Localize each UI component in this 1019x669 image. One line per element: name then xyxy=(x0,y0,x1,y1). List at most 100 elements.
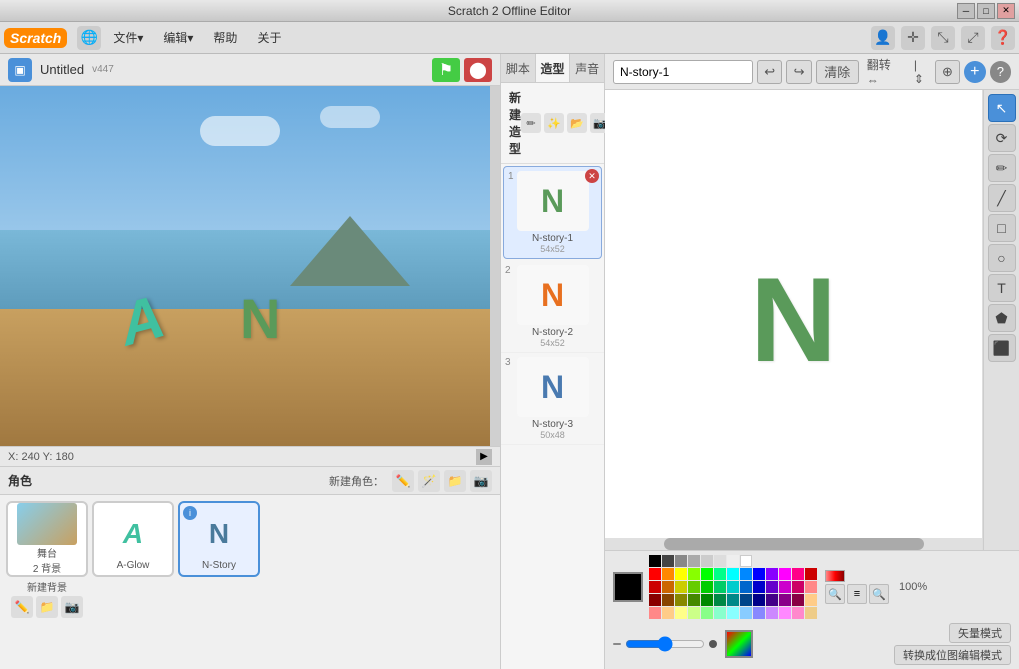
color-lightgray[interactable] xyxy=(701,555,713,567)
zoom-in-palette[interactable]: 🔍 xyxy=(825,584,845,604)
tab-sounds[interactable]: 声音 xyxy=(570,54,604,82)
color-r4-10[interactable] xyxy=(766,607,778,619)
close-button[interactable]: ✕ xyxy=(997,3,1015,19)
color-r2-3[interactable] xyxy=(675,581,687,593)
color-r2-4[interactable] xyxy=(688,581,700,593)
clear-button[interactable]: 清除 xyxy=(816,60,859,84)
color-r4-2[interactable] xyxy=(662,607,674,619)
color-r2-12[interactable] xyxy=(792,581,804,593)
tab-costumes[interactable]: 造型 xyxy=(536,54,571,82)
stage-thumbnail[interactable]: 舞台2 背景 xyxy=(6,501,88,577)
vector-mode-button[interactable]: 矢量模式 xyxy=(949,623,1011,643)
tool-ellipse[interactable]: ○ xyxy=(988,244,1016,272)
menu-help[interactable]: 帮助 xyxy=(205,25,245,50)
color-magenta[interactable] xyxy=(779,568,791,580)
new-char-camera-button[interactable]: 📷 xyxy=(470,470,492,492)
color-darkgray[interactable] xyxy=(662,555,674,567)
tool-line[interactable]: ╱ xyxy=(988,184,1016,212)
expand-button[interactable]: ▶ xyxy=(476,449,492,465)
new-char-wand-button[interactable]: 🪄 xyxy=(418,470,440,492)
char-item-a-glow[interactable]: A A-Glow xyxy=(92,501,174,577)
set-center-button[interactable]: ⊕ xyxy=(935,60,960,84)
color-red[interactable] xyxy=(649,568,661,580)
color-azure[interactable] xyxy=(740,568,752,580)
language-button[interactable]: 🌐 xyxy=(77,26,101,50)
costume-folder-button[interactable]: 📂 xyxy=(567,113,587,133)
tool-text[interactable]: T xyxy=(988,274,1016,302)
color-nearwhite[interactable] xyxy=(727,555,739,567)
color-rose[interactable] xyxy=(792,568,804,580)
tool-fill[interactable]: ⬟ xyxy=(988,304,1016,332)
tool-rect[interactable]: □ xyxy=(988,214,1016,242)
add-costume-button[interactable]: + xyxy=(964,61,985,83)
color-r2-6[interactable] xyxy=(714,581,726,593)
connect-button[interactable]: 👤 xyxy=(871,26,895,50)
char-item-n-story[interactable]: i N N-Story xyxy=(178,501,260,577)
color-silver[interactable] xyxy=(714,555,726,567)
costume-item-1[interactable]: 1 ✕ N N-story-1 54x52 xyxy=(503,166,602,259)
tool-pencil[interactable]: ✏ xyxy=(988,154,1016,182)
new-bg-label[interactable]: 新建背景 xyxy=(27,579,67,594)
color-black[interactable] xyxy=(649,555,661,567)
color-violet[interactable] xyxy=(766,568,778,580)
color-r3-7[interactable] xyxy=(727,594,739,606)
costume-wand-button[interactable]: ✨ xyxy=(544,113,564,133)
menu-about[interactable]: 关于 xyxy=(249,25,289,50)
color-r4-11[interactable] xyxy=(779,607,791,619)
color-r3-10[interactable] xyxy=(766,594,778,606)
move-button[interactable]: ✛ xyxy=(901,26,925,50)
costume-item-3[interactable]: 3 N N-story-3 50x48 xyxy=(501,353,604,445)
color-r2-2[interactable] xyxy=(662,581,674,593)
new-char-paint-button[interactable]: ✏️ xyxy=(392,470,414,492)
color-r4-8[interactable] xyxy=(740,607,752,619)
grow-button[interactable]: ⤡ xyxy=(931,26,955,50)
color-r2-5[interactable] xyxy=(701,581,713,593)
tool-select[interactable]: ↖ xyxy=(988,94,1016,122)
menu-edit[interactable]: 编辑▾ xyxy=(155,25,201,50)
color-r2-13[interactable] xyxy=(805,581,817,593)
new-bg-folder[interactable]: 📁 xyxy=(36,596,58,618)
color-lime[interactable] xyxy=(688,568,700,580)
redo-button[interactable]: ↪ xyxy=(786,60,811,84)
color-r2-8[interactable] xyxy=(740,581,752,593)
color-r2-9[interactable] xyxy=(753,581,765,593)
stop-button[interactable]: ⬤ xyxy=(464,58,492,82)
color-r2-1[interactable] xyxy=(649,581,661,593)
color-r3-8[interactable] xyxy=(740,594,752,606)
maximize-button[interactable]: □ xyxy=(977,3,995,19)
color-r3-4[interactable] xyxy=(688,594,700,606)
color-r4-6[interactable] xyxy=(714,607,726,619)
color-green[interactable] xyxy=(701,568,713,580)
shrink-button[interactable]: ⤢ xyxy=(961,26,985,50)
color-r2-10[interactable] xyxy=(766,581,778,593)
new-bg-camera[interactable]: 📷 xyxy=(61,596,83,618)
bitmap-mode-button[interactable]: 转换成位图编辑模式 xyxy=(894,645,1011,665)
tab-scripts[interactable]: 脚本 xyxy=(501,54,536,82)
color-cyan[interactable] xyxy=(727,568,739,580)
color-blue[interactable] xyxy=(753,568,765,580)
zoom-fit-palette[interactable]: 🔍 xyxy=(869,584,889,604)
tool-reshape[interactable]: ⟳ xyxy=(988,124,1016,152)
color-medgray[interactable] xyxy=(688,555,700,567)
tool-stamp[interactable]: ⬛ xyxy=(988,334,1016,362)
costume-paint-button[interactable]: ✏ xyxy=(521,113,541,133)
color-yellow[interactable] xyxy=(675,568,687,580)
color-spring[interactable] xyxy=(714,568,726,580)
color-gray[interactable] xyxy=(675,555,687,567)
minimize-button[interactable]: ─ xyxy=(957,3,975,19)
color-r4-7[interactable] xyxy=(727,607,739,619)
color-r3-13[interactable] xyxy=(805,594,817,606)
color-r2-7[interactable] xyxy=(727,581,739,593)
costume-name-input[interactable] xyxy=(613,60,753,84)
color-darkred[interactable] xyxy=(805,568,817,580)
undo-button[interactable]: ↩ xyxy=(757,60,782,84)
thickness-slider[interactable] xyxy=(625,638,705,650)
costume-item-2[interactable]: 2 N N-story-2 54x52 xyxy=(501,261,604,353)
color-r4-5[interactable] xyxy=(701,607,713,619)
custom-color-button[interactable] xyxy=(725,630,753,658)
color-r4-1[interactable] xyxy=(649,607,661,619)
color-r2-11[interactable] xyxy=(779,581,791,593)
color-r3-11[interactable] xyxy=(779,594,791,606)
color-r4-4[interactable] xyxy=(688,607,700,619)
new-char-folder-button[interactable]: 📁 xyxy=(444,470,466,492)
